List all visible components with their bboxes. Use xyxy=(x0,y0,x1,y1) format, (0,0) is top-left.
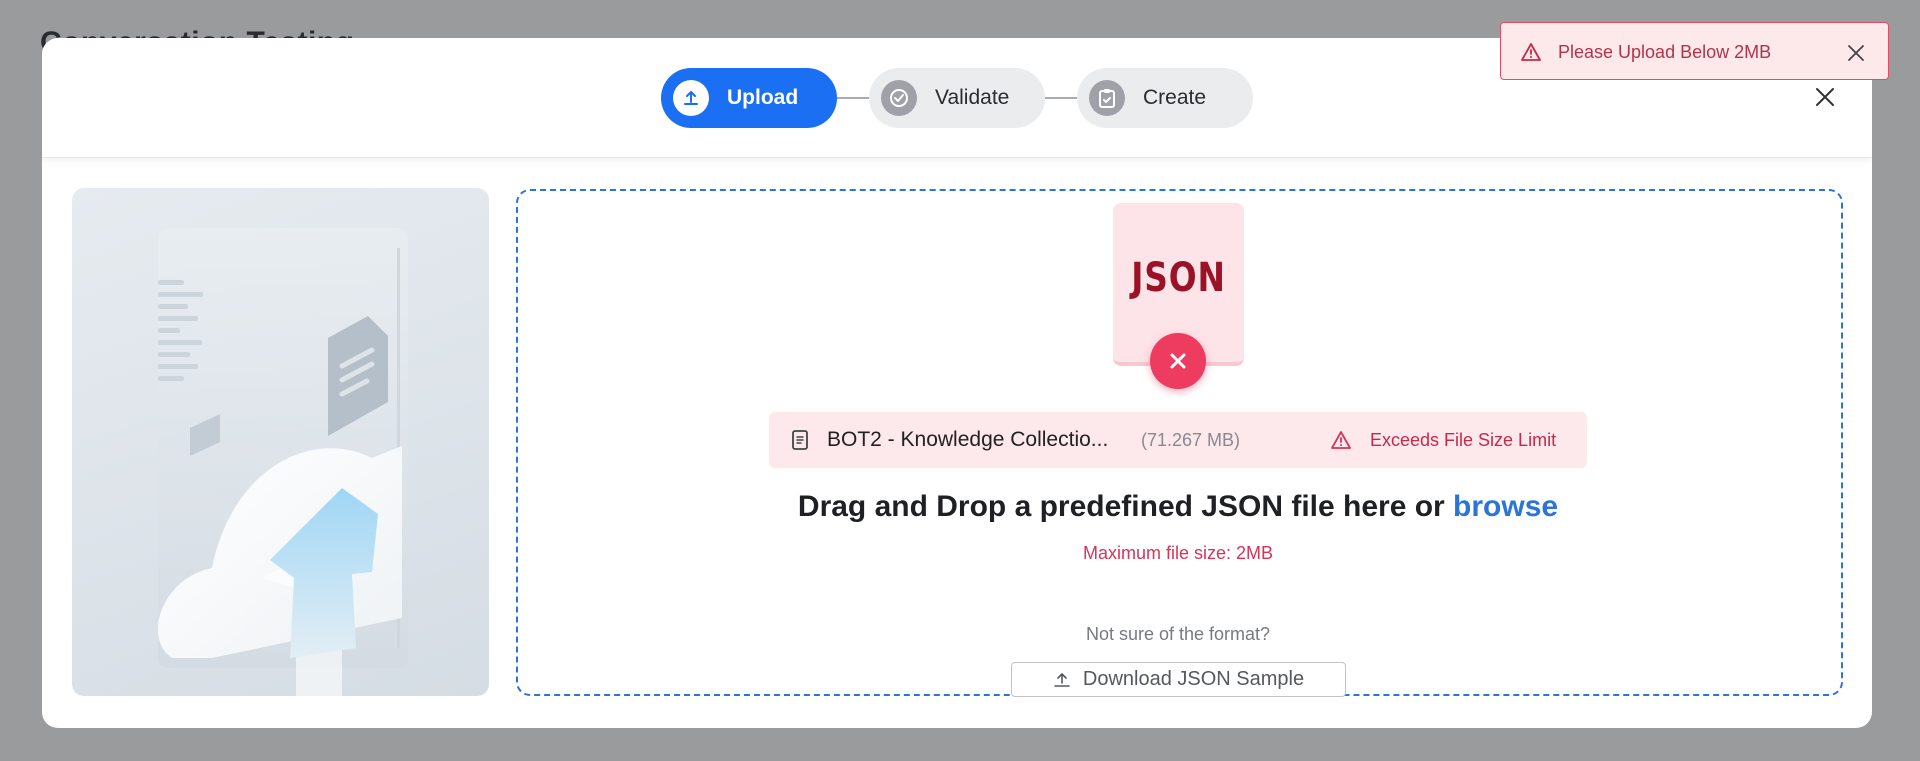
upload-icon xyxy=(1054,672,1070,687)
toast-message: Please Upload Below 2MB xyxy=(1558,42,1772,62)
toast-close-button[interactable] xyxy=(1845,42,1867,64)
upload-illustration xyxy=(72,188,489,696)
headline-text: Drag and Drop a predefined JSON file her… xyxy=(797,490,1454,523)
step-create[interactable]: Create xyxy=(1077,68,1253,128)
step-validate-label: Validate xyxy=(935,86,1010,109)
close-icon xyxy=(1816,88,1834,106)
browse-link[interactable]: browse xyxy=(1453,490,1558,523)
step-upload-label: Upload xyxy=(727,86,799,109)
max-file-size-note: Maximum file size: 2MB xyxy=(1082,543,1274,563)
step-validate[interactable]: Validate xyxy=(869,68,1045,128)
selected-file-row: BOT2 - Knowledge Collectio... (71.267 MB… xyxy=(769,412,1587,468)
step-upload[interactable]: Upload xyxy=(661,68,837,128)
json-file-label: JSON xyxy=(1131,255,1226,301)
download-json-sample-label: Download JSON Sample xyxy=(1082,668,1305,690)
error-toast: Please Upload Below 2MB xyxy=(1500,22,1889,80)
step-connector xyxy=(837,97,871,99)
stepper: Upload Validate Create xyxy=(661,68,1261,128)
close-icon xyxy=(1848,45,1864,61)
step-create-label: Create xyxy=(1143,86,1207,109)
format-hint: Not sure of the format? xyxy=(1085,624,1271,644)
warning-icon xyxy=(1331,430,1351,455)
upload-icon xyxy=(673,80,709,116)
file-error-text: Exceeds File Size Limit xyxy=(1370,430,1557,450)
download-json-sample-button[interactable]: Download JSON Sample xyxy=(1011,662,1346,697)
step-connector xyxy=(1045,97,1079,99)
error-x-icon xyxy=(1150,333,1206,389)
clipboard-check-icon xyxy=(1089,80,1125,116)
close-modal-button[interactable] xyxy=(1812,84,1838,110)
file-size: (71.267 MB) xyxy=(1141,430,1241,450)
upload-modal: Upload Validate Create xyxy=(42,38,1872,728)
dropzone-headline: Drag and Drop a predefined JSON file her… xyxy=(600,490,1756,524)
warning-icon xyxy=(1521,42,1541,67)
document-icon xyxy=(791,429,809,456)
file-name: BOT2 - Knowledge Collectio... xyxy=(827,428,1109,451)
check-circle-icon xyxy=(881,80,917,116)
